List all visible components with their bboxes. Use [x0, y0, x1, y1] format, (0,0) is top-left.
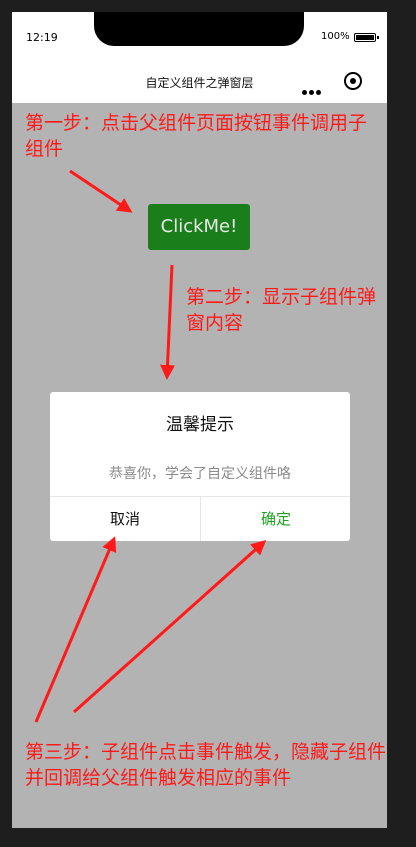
annotation-arrows	[34, 169, 267, 723]
phone-screen: 12:19 100% 自定义组件之弹窗层 第一步：点击父组件页面按钮事件调用子组…	[12, 12, 387, 828]
arrow-step-1	[69, 169, 133, 213]
arrow-step-2	[160, 264, 176, 380]
arrow-step-3-cancel	[34, 536, 117, 723]
